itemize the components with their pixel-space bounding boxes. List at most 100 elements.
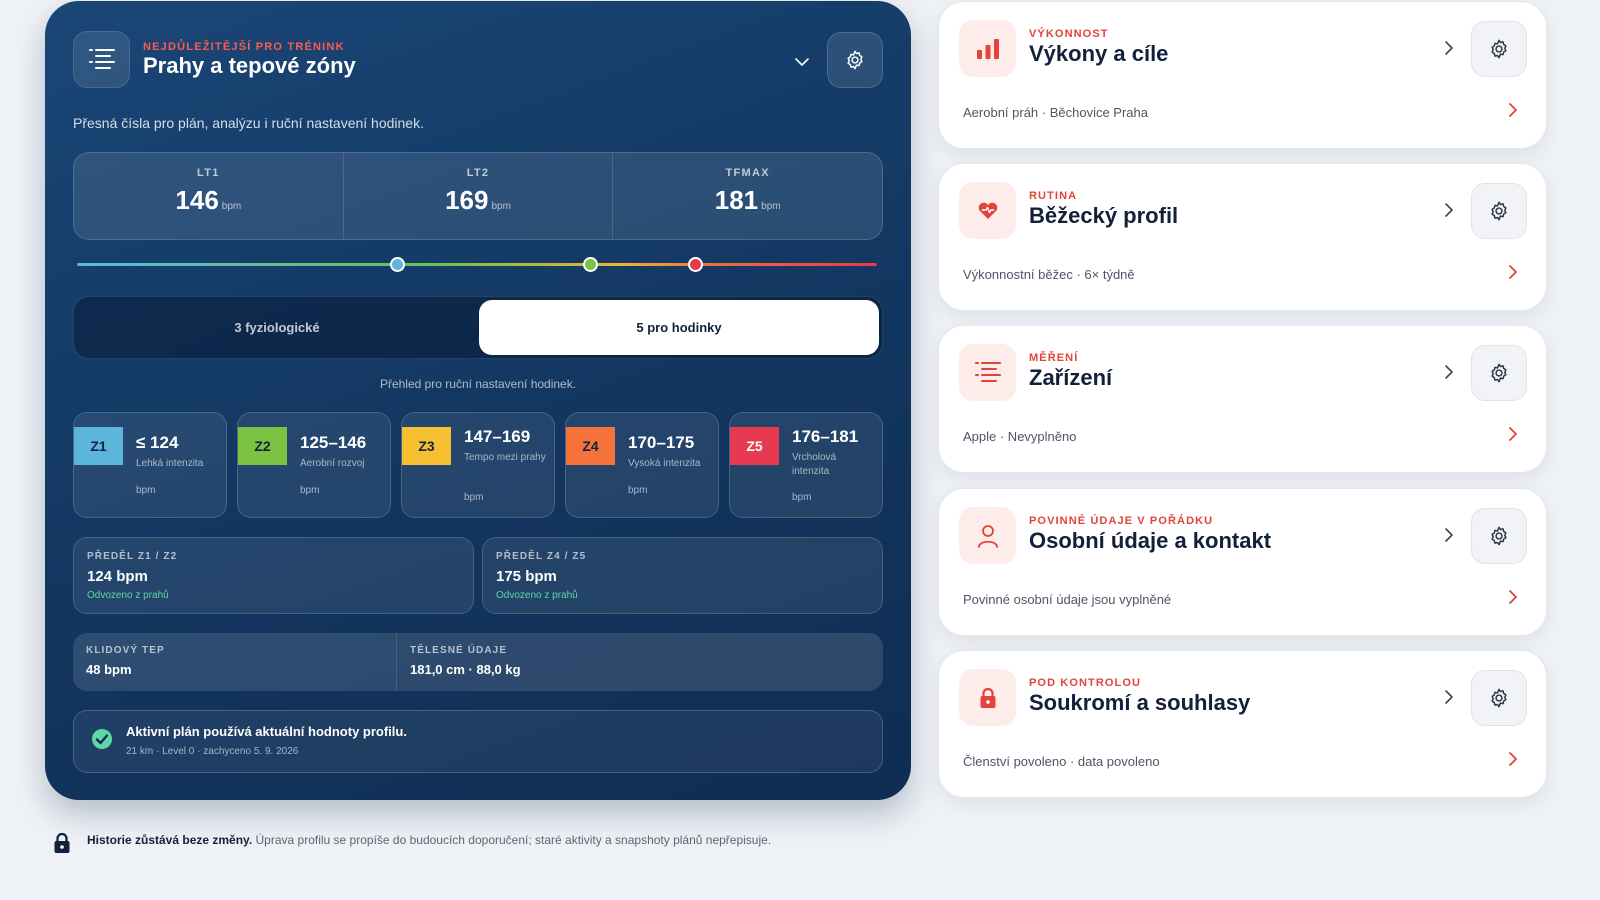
card-settings-button[interactable] bbox=[1471, 345, 1527, 401]
chevron-right-icon[interactable] bbox=[1442, 689, 1456, 705]
heart-icon bbox=[959, 182, 1016, 239]
zone-unit: bpm bbox=[300, 485, 320, 496]
card-subtitle: Členství povoleno · data povoleno bbox=[963, 754, 1160, 769]
thresholds-summary: LT1 146 bpm LT2 169 bpm TFMAX 181 bpm bbox=[73, 152, 883, 240]
card-settings-button[interactable] bbox=[1471, 670, 1527, 726]
card-settings-button[interactable] bbox=[1471, 183, 1527, 239]
threshold-lt1: LT1 146 bpm bbox=[74, 153, 344, 239]
card-performance[interactable]: VÝKONNOST Výkony a cíle Aerobní práh · B… bbox=[938, 1, 1547, 149]
zone-range: ≤ 124 bbox=[136, 433, 179, 452]
zone-unit: bpm bbox=[792, 492, 812, 503]
list-icon bbox=[73, 31, 130, 88]
chevron-right-icon[interactable] bbox=[1442, 364, 1456, 380]
card-runner-profile[interactable]: RUTINA Běžecký profil Výkonnostní běžec … bbox=[938, 163, 1547, 311]
zone-card-z2: Z2 125–146 Aerobní rozvoj bpm bbox=[237, 412, 391, 518]
card-subtitle: Aerobní práh · Běchovice Praha bbox=[963, 105, 1148, 120]
info-value: 181,0 cm · 88,0 kg bbox=[410, 662, 521, 677]
info-label: KLIDOVÝ TEP bbox=[86, 645, 165, 656]
card-devices[interactable]: MĚŘENÍ Zařízení Apple · Nevyplněno bbox=[938, 325, 1547, 473]
threshold-value: 169 bbox=[445, 185, 489, 215]
gear-icon bbox=[1491, 363, 1507, 383]
zone-card-z5: Z5 176–181 Vrcholová intenzita bpm bbox=[729, 412, 883, 518]
resting-hr: KLIDOVÝ TEP 48 bpm bbox=[73, 633, 397, 691]
zone-hint: Přehled pro ruční nastavení hodinek. bbox=[379, 377, 577, 391]
zone-card-z4: Z4 170–175 Vysoká intenzita bpm bbox=[565, 412, 719, 518]
gear-icon bbox=[847, 50, 863, 70]
lock-icon bbox=[54, 832, 70, 853]
card-settings-button[interactable] bbox=[1471, 21, 1527, 77]
scale-gradient-line bbox=[77, 263, 877, 266]
panel-title: Prahy a tepové zóny bbox=[143, 53, 356, 78]
chevron-right-icon[interactable] bbox=[1507, 426, 1519, 442]
tfmax-marker[interactable] bbox=[688, 257, 703, 272]
zone-list: Z1 ≤ 124 Lehká intenzita bpm Z2 125–146 … bbox=[73, 412, 883, 518]
chevron-right-icon[interactable] bbox=[1442, 202, 1456, 218]
card-title: Běžecký profil bbox=[1029, 203, 1179, 228]
list-icon bbox=[959, 344, 1016, 401]
zone-range: 125–146 bbox=[300, 433, 367, 452]
zone-description: Tempo mezi prahy bbox=[464, 452, 546, 463]
zone-model-toggle: 3 fyziologické 5 pro hodinky bbox=[73, 296, 883, 359]
boundary-value: 175 bpm bbox=[496, 568, 557, 585]
card-eyebrow: POD KONTROLOU bbox=[1029, 677, 1142, 689]
threshold-value: 146 bbox=[175, 185, 219, 215]
card-subtitle: Povinné osobní údaje jsou vyplněné bbox=[963, 592, 1172, 607]
boundary-label: PŘEDĚL Z1 / Z2 bbox=[87, 551, 178, 562]
panel-settings-button[interactable] bbox=[827, 32, 883, 88]
card-settings-button[interactable] bbox=[1471, 508, 1527, 564]
zone-unit: bpm bbox=[628, 485, 648, 496]
threshold-label: LT1 bbox=[197, 167, 220, 179]
chevron-right-icon[interactable] bbox=[1442, 40, 1456, 56]
chevron-right-icon[interactable] bbox=[1507, 102, 1519, 118]
panel-subtitle: Přesná čísla pro plán, analýzu i ruční n… bbox=[73, 115, 424, 131]
segment-5-zones[interactable]: 5 pro hodinky bbox=[479, 300, 879, 355]
threshold-unit: bpm bbox=[761, 201, 781, 212]
threshold-scale bbox=[77, 256, 877, 272]
lt2-marker[interactable] bbox=[583, 257, 598, 272]
zone-unit: bpm bbox=[464, 492, 484, 503]
lt1-marker[interactable] bbox=[390, 257, 405, 272]
zone-badge: Z3 bbox=[402, 427, 451, 465]
user-icon bbox=[959, 507, 1016, 564]
zone-description: Vrcholová intenzita bbox=[792, 452, 837, 477]
gear-icon bbox=[1491, 688, 1507, 708]
card-privacy[interactable]: POD KONTROLOU Soukromí a souhlasy Členst… bbox=[938, 650, 1547, 798]
boundary-note: Odvozeno z prahů bbox=[496, 590, 578, 601]
zone-badge: Z5 bbox=[730, 427, 779, 465]
card-subtitle: Apple · Nevyplněno bbox=[963, 429, 1077, 444]
zone-range: 147–169 bbox=[464, 427, 531, 446]
threshold-tfmax: TFMAX 181 bpm bbox=[613, 153, 882, 239]
chevron-right-icon[interactable] bbox=[1507, 751, 1519, 767]
zone-badge: Z4 bbox=[566, 427, 615, 465]
gear-icon bbox=[1491, 39, 1507, 59]
bar-chart-icon bbox=[959, 20, 1016, 77]
threshold-unit: bpm bbox=[491, 201, 511, 212]
chevron-right-icon[interactable] bbox=[1507, 264, 1519, 280]
threshold-label: TFMAX bbox=[725, 167, 770, 179]
boundary-value: 124 bpm bbox=[87, 568, 148, 585]
card-title: Osobní údaje a kontakt bbox=[1029, 528, 1272, 553]
zone-card-z3: Z3 147–169 Tempo mezi prahy bpm bbox=[401, 412, 555, 518]
check-circle-icon bbox=[92, 729, 112, 749]
gear-icon bbox=[1491, 201, 1507, 221]
boundary-z4-z5: PŘEDĚL Z4 / Z5 175 bpm Odvozeno z prahů bbox=[482, 537, 883, 614]
chevron-right-icon[interactable] bbox=[1442, 527, 1456, 543]
zone-card-z1: Z1 ≤ 124 Lehká intenzita bpm bbox=[73, 412, 227, 518]
card-title: Zařízení bbox=[1029, 365, 1113, 390]
card-personal-data[interactable]: POVINNÉ ÚDAJE V POŘÁDKU Osobní údaje a k… bbox=[938, 488, 1547, 636]
zone-description: Aerobní rozvoj bbox=[300, 458, 365, 469]
card-subtitle: Výkonnostní běžec · 6× týdně bbox=[963, 267, 1135, 282]
threshold-unit: bpm bbox=[221, 201, 242, 212]
history-note: Historie zůstává beze změny. Úprava prof… bbox=[53, 830, 873, 854]
chevron-down-icon[interactable] bbox=[793, 53, 811, 71]
card-eyebrow: VÝKONNOST bbox=[1029, 28, 1109, 40]
lock-icon bbox=[959, 669, 1016, 726]
history-note-text: Úprava profilu se propíše do budoucích d… bbox=[252, 833, 772, 847]
chevron-right-icon[interactable] bbox=[1507, 589, 1519, 605]
active-plan-status: Aktivní plán používá aktuální hodnoty pr… bbox=[73, 710, 883, 773]
history-note-bold: Historie zůstává beze změny. bbox=[87, 833, 253, 847]
zone-range: 176–181 bbox=[792, 427, 859, 446]
zone-badge: Z1 bbox=[74, 427, 123, 465]
card-title: Výkony a cíle bbox=[1029, 41, 1169, 66]
segment-3-zones[interactable]: 3 fyziologické bbox=[77, 300, 477, 355]
